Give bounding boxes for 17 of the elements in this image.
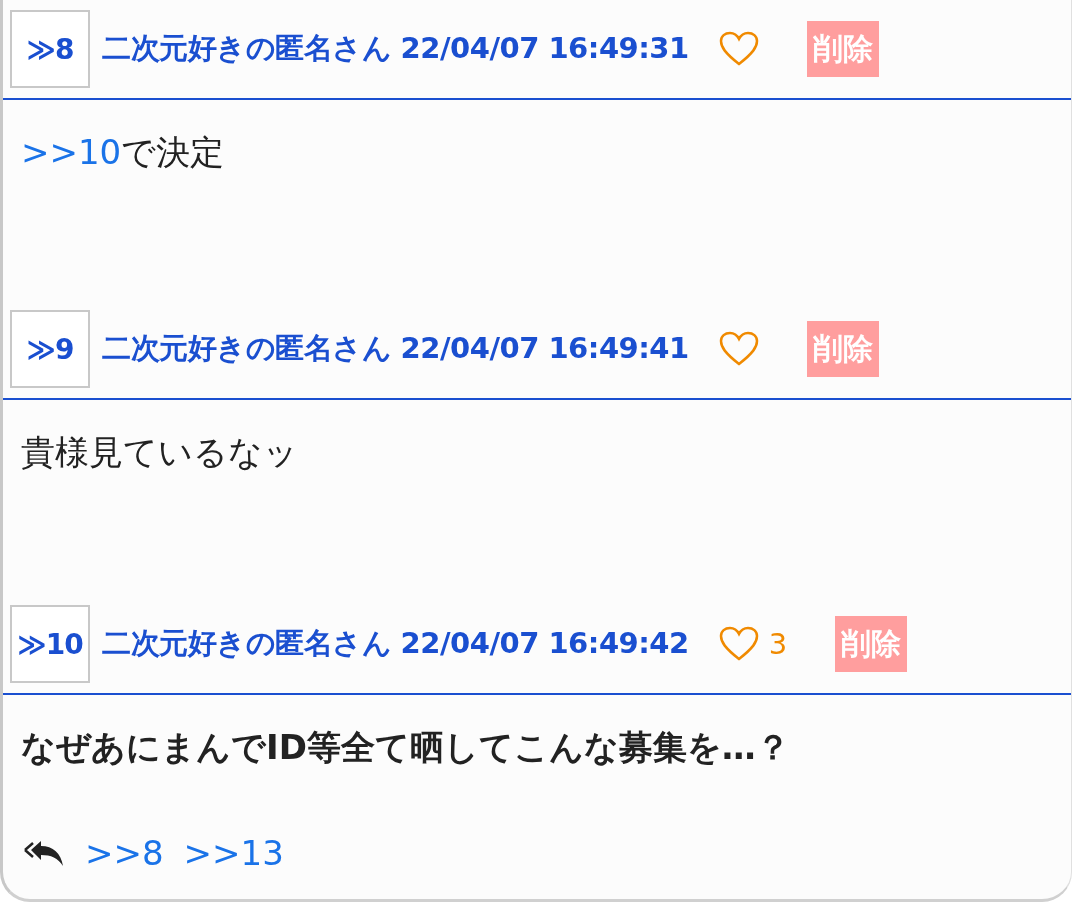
post-body: 貴様見ているなッ — [20, 431, 299, 474]
post-number-link[interactable]: ≫10 — [10, 605, 90, 683]
reply-link[interactable]: >>8 — [85, 833, 164, 873]
post-body: なぜあにまんでID等全て晒してこんな募集を…？ — [20, 726, 791, 769]
author-and-timestamp: 二次元好きの匿名さん 22/04/07 16:49:42 — [102, 625, 689, 662]
reply-link[interactable]: >>13 — [183, 833, 284, 873]
reply-all-icon — [23, 838, 65, 868]
heart-icon[interactable] — [718, 331, 759, 367]
author-and-timestamp: 二次元好きの匿名さん 22/04/07 16:49:41 — [102, 330, 689, 367]
heart-icon[interactable] — [718, 31, 759, 67]
post-body: >>10で決定 — [20, 131, 226, 174]
post-number-link[interactable]: ≫8 — [10, 10, 90, 88]
heart-icon[interactable] — [718, 626, 759, 662]
like-count: 3 — [768, 627, 788, 661]
author-and-timestamp: 二次元好きの匿名さん 22/04/07 16:49:31 — [102, 30, 689, 67]
reply-link[interactable]: >>10 — [21, 132, 122, 172]
post-number-link[interactable]: ≫9 — [10, 310, 90, 388]
